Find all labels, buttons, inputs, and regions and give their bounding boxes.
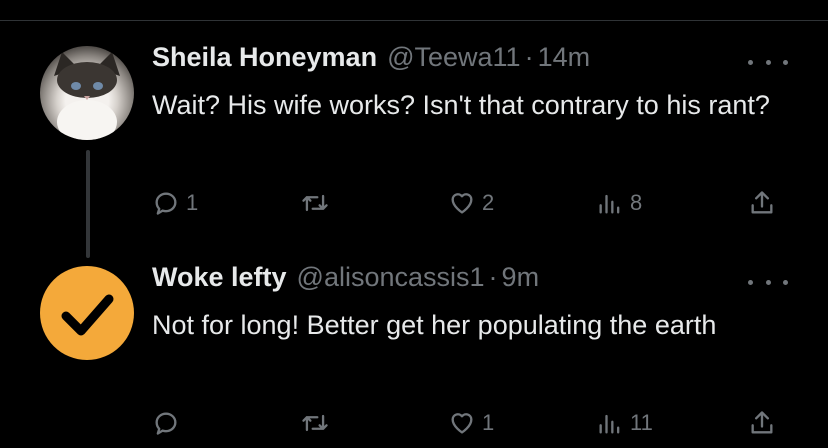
heart-icon <box>451 193 473 214</box>
thread-connector-line <box>86 150 90 258</box>
more-options-icon[interactable] <box>748 276 788 288</box>
reply-button[interactable]: 1 <box>152 186 198 220</box>
views-button[interactable]: 11 <box>596 406 653 440</box>
view-count: 8 <box>630 190 643 215</box>
reply-icon <box>155 412 177 435</box>
retweet-icon <box>302 414 328 432</box>
avatar[interactable] <box>40 266 134 360</box>
like-button[interactable]: 2 <box>448 186 494 220</box>
views-button[interactable]: 8 <box>596 186 642 220</box>
share-button[interactable] <box>748 406 776 440</box>
share-icon <box>751 411 773 434</box>
retweet-button[interactable] <box>300 406 336 440</box>
share-icon <box>751 191 773 214</box>
like-count: 1 <box>482 410 495 435</box>
tweet-header: Woke lefty @alisoncassis1 · 9m <box>152 262 539 298</box>
top-divider <box>0 20 828 21</box>
tweet-text: Not for long! Better get her populating … <box>152 310 717 340</box>
timestamp[interactable]: 9m <box>502 262 540 293</box>
user-handle[interactable]: @alisoncassis1 <box>297 262 485 293</box>
user-handle[interactable]: @Teewa11 <box>387 42 520 73</box>
display-name[interactable]: Woke lefty <box>152 262 287 293</box>
separator-dot: · <box>524 42 534 72</box>
tweet-actions: 1 11 <box>152 406 788 440</box>
tweet-header: Sheila Honeyman @Teewa11 · 14m <box>152 42 590 78</box>
avatar[interactable] <box>40 46 134 140</box>
reply-count: 1 <box>186 190 199 215</box>
timestamp[interactable]: 14m <box>538 42 591 73</box>
share-button[interactable] <box>748 186 776 220</box>
retweet-icon <box>302 194 328 212</box>
retweet-button[interactable] <box>300 186 336 220</box>
heart-icon <box>451 413 473 434</box>
like-button[interactable]: 1 <box>448 406 494 440</box>
views-icon <box>599 414 620 434</box>
view-count: 11 <box>630 410 653 435</box>
cat-avatar-icon <box>54 52 120 140</box>
views-icon <box>599 194 620 214</box>
display-name[interactable]: Sheila Honeyman <box>152 42 377 73</box>
tweet-text: Wait? His wife works? Isn't that contrar… <box>152 90 770 120</box>
more-options-icon[interactable] <box>748 56 788 68</box>
reply-button[interactable] <box>152 406 186 440</box>
tweet-actions: 1 2 8 <box>152 186 788 220</box>
reply-icon <box>155 192 177 215</box>
like-count: 2 <box>482 190 495 215</box>
checkmark-icon <box>61 294 114 336</box>
separator-dot: · <box>488 262 498 292</box>
